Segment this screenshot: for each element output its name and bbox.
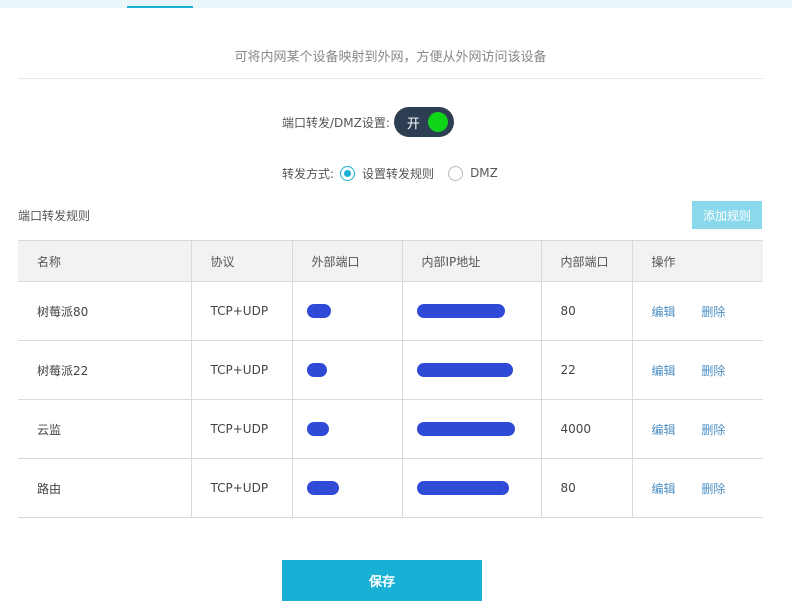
edit-link[interactable]: 编辑 [652, 423, 676, 437]
rule-actions: 编辑 删除 [632, 458, 763, 518]
column-header-actions: 操作 [632, 240, 763, 282]
add-rule-button[interactable]: 添加规则 [692, 201, 762, 229]
mode-label: 转发方式: [282, 166, 335, 181]
switch-state-text: 开 [406, 116, 420, 132]
column-header-external-port: 外部端口 [292, 240, 403, 282]
table-header-row: 名称 协议 外部端口 内部IP地址 内部端口 操作 [18, 240, 763, 282]
rule-protocol: TCP+UDP [191, 281, 293, 341]
rule-internal-ip-redacted [402, 340, 542, 400]
rules-section-title: 端口转发规则 [18, 209, 91, 223]
mode-radio-dmz[interactable]: DMZ [448, 165, 506, 181]
page-description: 可将内网某个设备映射到外网，方便从外网访问该设备 [234, 50, 547, 65]
rule-external-port-redacted [292, 458, 403, 518]
delete-link[interactable]: 删除 [701, 364, 725, 378]
delete-link[interactable]: 删除 [701, 482, 725, 496]
radio-checked-icon [340, 165, 356, 181]
rule-name: 树莓派80 [18, 281, 192, 341]
rule-external-port-redacted [292, 281, 403, 341]
forward-mode-row: 转发方式: 设置转发规则 DMZ [282, 164, 506, 182]
rule-name: 云监 [18, 399, 192, 459]
mode-radio-dmz-label: DMZ [470, 166, 498, 180]
switch-knob [427, 112, 448, 132]
rule-actions: 编辑 删除 [632, 340, 763, 400]
mode-radio-rules[interactable]: 设置转发规则 [340, 165, 442, 182]
save-button[interactable]: 保存 [282, 560, 482, 601]
column-header-name: 名称 [18, 240, 192, 282]
rule-name: 路由 [18, 458, 192, 518]
rule-external-port-redacted [292, 399, 403, 459]
rule-protocol: TCP+UDP [191, 458, 293, 518]
top-tab-bar [0, 0, 792, 8]
table-row: 树莓派22 TCP+UDP 22 编辑 删除 [18, 340, 763, 400]
rule-name: 树莓派22 [18, 340, 192, 400]
toggle-label: 端口转发/DMZ设置: [282, 115, 390, 130]
radio-empty-icon [448, 165, 464, 181]
mode-radio-rules-label: 设置转发规则 [362, 166, 435, 181]
rule-internal-port: 80 [541, 281, 633, 341]
port-forward-toggle-row: 端口转发/DMZ设置: 开 [282, 107, 454, 137]
active-tab-indicator[interactable] [127, 0, 193, 8]
rule-actions: 编辑 删除 [632, 399, 763, 459]
delete-link[interactable]: 删除 [701, 423, 725, 437]
rule-internal-ip-redacted [402, 399, 542, 459]
column-header-internal-port: 内部端口 [541, 240, 633, 282]
rule-internal-port: 80 [541, 458, 633, 518]
rule-protocol: TCP+UDP [191, 399, 293, 459]
rule-internal-ip-redacted [402, 281, 542, 341]
edit-link[interactable]: 编辑 [652, 305, 676, 319]
rule-internal-port: 22 [541, 340, 633, 400]
rules-table: 名称 协议 外部端口 内部IP地址 内部端口 操作 树莓派80 TCP+UDP … [18, 240, 763, 518]
rule-internal-ip-redacted [402, 458, 542, 518]
column-header-protocol: 协议 [191, 240, 293, 282]
rule-internal-port: 4000 [541, 399, 633, 459]
column-header-internal-ip: 内部IP地址 [402, 240, 542, 282]
table-row: 云监 TCP+UDP 4000 编辑 删除 [18, 399, 763, 459]
edit-link[interactable]: 编辑 [652, 364, 676, 378]
delete-link[interactable]: 删除 [701, 305, 725, 319]
table-row: 路由 TCP+UDP 80 编辑 删除 [18, 458, 763, 518]
table-row: 树莓派80 TCP+UDP 80 编辑 删除 [18, 281, 763, 341]
edit-link[interactable]: 编辑 [652, 482, 676, 496]
rule-protocol: TCP+UDP [191, 340, 293, 400]
rule-actions: 编辑 删除 [632, 281, 763, 341]
rule-external-port-redacted [292, 340, 403, 400]
port-forward-switch[interactable]: 开 [393, 107, 454, 137]
divider [18, 78, 763, 79]
